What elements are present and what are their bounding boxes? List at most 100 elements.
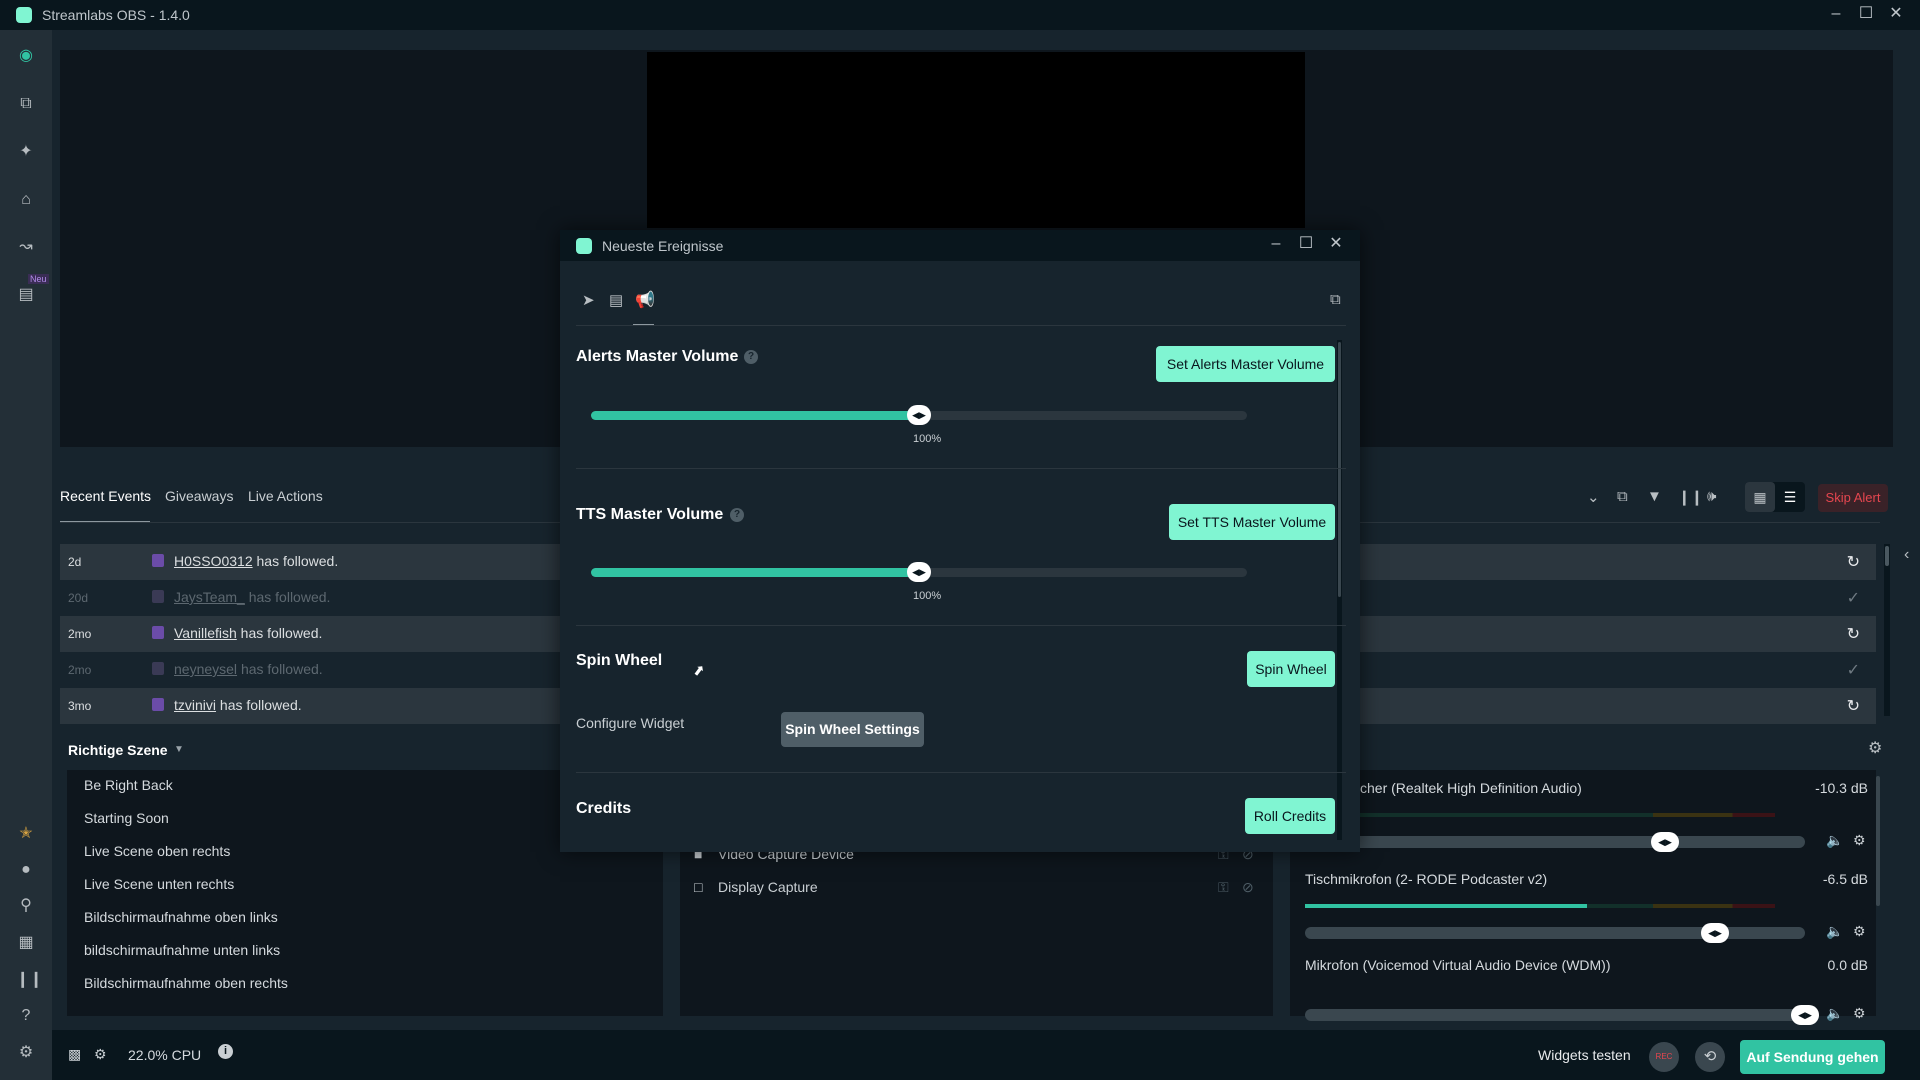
- slider-thumb[interactable]: ◀▶: [1651, 832, 1679, 852]
- scene-item[interactable]: Be Right Back: [84, 777, 173, 793]
- chevron-down-icon[interactable]: ⌄: [1587, 488, 1600, 506]
- modal-scrollbar[interactable]: [1337, 340, 1342, 840]
- set-tts-volume-button[interactable]: Set TTS Master Volume: [1169, 504, 1335, 540]
- pause-icon[interactable]: ❙❙: [1678, 488, 1703, 506]
- spin-wheel-button[interactable]: Spin Wheel: [1247, 651, 1335, 687]
- event-username[interactable]: neyneysel: [174, 661, 237, 677]
- speaker-icon[interactable]: 🔈: [1826, 1005, 1843, 1022]
- tab-recent-events[interactable]: Recent Events: [60, 488, 151, 504]
- scene-item[interactable]: Live Scene oben rechts: [84, 843, 230, 859]
- tts-volume-slider[interactable]: ◀▶: [591, 562, 1247, 582]
- help-icon[interactable]: ?: [16, 1006, 36, 1026]
- maximize-icon[interactable]: ☐: [1856, 4, 1876, 24]
- lock-icon[interactable]: ⚿: [1218, 879, 1229, 896]
- mixer-source-name: cher (Realtek High Definition Audio): [1360, 780, 1582, 796]
- slider-thumb[interactable]: ◀▶: [1701, 923, 1729, 943]
- slider-thumb[interactable]: ◀▶: [907, 562, 931, 582]
- filter-icon[interactable]: ▼: [1647, 488, 1662, 505]
- mixer-settings-icon[interactable]: ⚙: [1868, 738, 1882, 758]
- volume-slider[interactable]: ◀▶: [1305, 923, 1805, 943]
- themes-icon[interactable]: ✦: [16, 142, 36, 162]
- speaker-icon[interactable]: 🔈: [1826, 832, 1843, 849]
- layout-editor-icon[interactable]: ❙❙: [16, 970, 43, 990]
- mixer-db-value: -6.5 dB: [1822, 871, 1868, 887]
- compact-view-icon[interactable]: ▦: [1745, 482, 1775, 512]
- slider-thumb[interactable]: ◀▶: [907, 405, 931, 425]
- apps-icon[interactable]: ▦: [16, 933, 36, 953]
- preview-canvas: [647, 52, 1305, 228]
- store-icon[interactable]: ⌂: [16, 190, 36, 210]
- gift-icon[interactable]: ▤: [609, 291, 623, 309]
- event-username[interactable]: H0SSO0312: [174, 553, 253, 569]
- mixer-source-name: Mikrofon (Voicemod Virtual Audio Device …: [1305, 957, 1611, 973]
- section-divider: [576, 772, 1346, 773]
- widgets-test-button[interactable]: Widgets testen: [1538, 1047, 1631, 1063]
- event-message: tzvinivi has followed.: [174, 697, 302, 713]
- mixer-db-value: -10.3 dB: [1815, 780, 1868, 796]
- roll-credits-button[interactable]: Roll Credits: [1245, 798, 1335, 834]
- skip-alert-button[interactable]: Skip Alert: [1818, 484, 1888, 512]
- source-settings-icon[interactable]: ⚙: [1853, 1005, 1866, 1022]
- scene-item[interactable]: Starting Soon: [84, 810, 169, 826]
- volume-slider[interactable]: ◀▶: [1305, 832, 1805, 852]
- scene-item[interactable]: Bildschirmaufnahme oben links: [84, 909, 278, 925]
- repeat-icon[interactable]: ↻: [1847, 696, 1860, 716]
- repeat-icon[interactable]: ↻: [1847, 552, 1860, 572]
- maximize-icon[interactable]: ☐: [1296, 234, 1316, 254]
- source-settings-icon[interactable]: ⚙: [1853, 923, 1866, 940]
- check-icon[interactable]: ✓: [1847, 660, 1860, 680]
- record-button[interactable]: REC: [1649, 1042, 1679, 1072]
- replay-buffer-icon[interactable]: ⟲: [1695, 1042, 1725, 1072]
- merch-icon[interactable]: ●: [16, 860, 36, 880]
- check-icon[interactable]: ✓: [1847, 588, 1860, 608]
- close-icon[interactable]: ✕: [1326, 234, 1346, 254]
- caret-down-icon[interactable]: ▼: [174, 744, 184, 755]
- minimize-icon[interactable]: –: [1266, 234, 1286, 254]
- visibility-icon[interactable]: ⊘: [1242, 879, 1254, 896]
- tab-giveaways[interactable]: Giveaways: [165, 488, 233, 504]
- scene-collection-name[interactable]: Richtige Szene: [68, 742, 168, 758]
- set-alerts-volume-button[interactable]: Set Alerts Master Volume: [1156, 346, 1335, 382]
- popout-icon[interactable]: ⧉: [1330, 291, 1341, 308]
- scene-item[interactable]: Live Scene unten rechts: [84, 876, 234, 892]
- prime-icon[interactable]: ✭: [16, 824, 36, 844]
- volume-icon[interactable]: 🕪: [1707, 488, 1716, 505]
- megaphone-icon[interactable]: 📢: [635, 290, 655, 310]
- event-username[interactable]: Vanillefish: [174, 625, 237, 641]
- scene-item-partial[interactable]: …: [84, 1006, 98, 1016]
- studio-camera-icon[interactable]: ◉: [16, 46, 36, 66]
- minimize-icon[interactable]: –: [1826, 4, 1846, 24]
- collapse-chevron-icon[interactable]: ‹: [1904, 546, 1909, 564]
- slider-thumb[interactable]: ◀▶: [1791, 1005, 1819, 1025]
- source-name[interactable]: Display Capture: [718, 879, 818, 895]
- twitch-icon: [152, 554, 164, 567]
- settings-icon[interactable]: ⚙: [16, 1043, 36, 1063]
- repeat-icon[interactable]: ↻: [1847, 624, 1860, 644]
- info-icon[interactable]: i: [218, 1044, 233, 1059]
- events-scrollbar[interactable]: [1884, 544, 1890, 716]
- layout-icon[interactable]: ⧉: [16, 94, 36, 114]
- tabs-divider: [576, 325, 1346, 326]
- chat-icon[interactable]: ⚲: [16, 896, 36, 916]
- volume-slider[interactable]: ◀▶: [1305, 1005, 1819, 1025]
- list-view-icon[interactable]: ☰: [1775, 482, 1805, 512]
- go-live-button[interactable]: Auf Sendung gehen: [1740, 1040, 1885, 1074]
- source-settings-icon[interactable]: ⚙: [1853, 832, 1866, 849]
- tab-live-actions[interactable]: Live Actions: [248, 488, 323, 504]
- event-username[interactable]: JaysTeam_: [174, 589, 245, 605]
- speaker-icon[interactable]: 🔈: [1826, 923, 1843, 940]
- mixer-scrollbar[interactable]: [1876, 776, 1880, 906]
- popout-icon[interactable]: ⧉: [1617, 488, 1628, 505]
- highlighter-icon[interactable]: ▤: [16, 285, 36, 305]
- close-icon[interactable]: ✕: [1886, 4, 1906, 24]
- spin-wheel-settings-button[interactable]: Spin Wheel Settings: [781, 712, 924, 747]
- help-icon[interactable]: ?: [744, 350, 758, 364]
- dashboard-chart-icon[interactable]: ↝: [16, 237, 36, 257]
- scene-item[interactable]: Bildschirmaufnahme oben rechts: [84, 975, 288, 991]
- help-icon[interactable]: ?: [730, 508, 744, 522]
- alerts-volume-slider[interactable]: ◀▶: [591, 405, 1247, 425]
- performance-chart-icon[interactable]: ▩: [68, 1046, 81, 1063]
- send-icon[interactable]: ➤: [582, 291, 595, 309]
- scene-item[interactable]: bildschirmaufnahme unten links: [84, 942, 280, 958]
- event-username[interactable]: tzvinivi: [174, 697, 216, 713]
